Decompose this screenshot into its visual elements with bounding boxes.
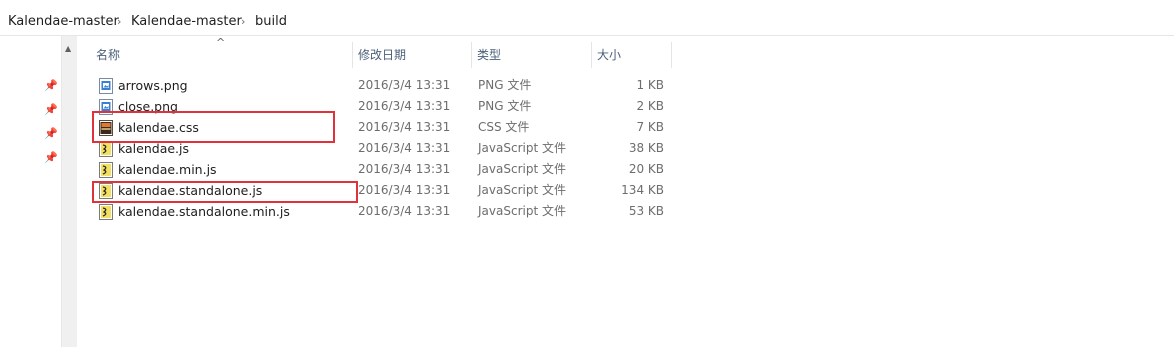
file-type: JavaScript 文件 [478,183,566,197]
breadcrumb: Kalendae-master › Kalendae-master › buil… [0,8,1174,36]
chevron-right-icon[interactable]: › [241,14,245,30]
navigation-pane: 📌 📌 📌 📌 [0,36,62,347]
file-size: 20 KB [628,162,664,176]
column-header-modified[interactable]: 修改日期 [352,42,471,68]
file-name: kalendae.standalone.min.js [118,204,290,219]
file-size: 1 KB [636,78,664,92]
file-modified: 2016/3/4 13:31 [358,141,451,155]
file-row[interactable]: kalendae.standalone.min.js 2016/3/4 13:3… [92,201,672,222]
navigation-scrollbar[interactable]: ▲ [61,36,77,347]
file-modified: 2016/3/4 13:31 [358,204,451,218]
file-explorer-window: Kalendae-master › Kalendae-master › buil… [0,0,1174,347]
file-type: PNG 文件 [478,78,532,92]
file-type: CSS 文件 [478,120,530,134]
file-type: JavaScript 文件 [478,162,566,176]
file-size: 7 KB [636,120,664,134]
file-size: 2 KB [636,99,664,113]
js-file-icon [99,162,113,178]
file-size: 53 KB [628,204,664,218]
chevron-right-icon[interactable]: › [117,14,121,30]
file-modified: 2016/3/4 13:31 [358,78,451,92]
file-modified: 2016/3/4 13:31 [358,99,451,113]
file-modified: 2016/3/4 13:31 [358,120,451,134]
pin-icon[interactable]: 📌 [44,128,58,140]
scroll-up-icon[interactable]: ▲ [65,44,71,53]
file-row[interactable]: arrows.png 2016/3/4 13:31 PNG 文件 1 KB [92,75,672,96]
png-file-icon [99,78,113,94]
file-type: JavaScript 文件 [478,204,566,218]
js-file-icon [99,141,113,157]
file-name: kalendae.min.js [118,162,217,177]
column-header-type[interactable]: 类型 [471,42,591,68]
js-file-icon [99,204,113,220]
file-row[interactable]: kalendae.min.js 2016/3/4 13:31 JavaScrip… [92,159,672,180]
file-name: arrows.png [118,78,188,93]
breadcrumb-item[interactable]: Kalendae-master [131,14,242,30]
pin-icon[interactable]: 📌 [44,152,58,164]
file-modified: 2016/3/4 13:31 [358,183,451,197]
column-header-name[interactable]: 名称 [90,42,352,68]
pin-icon[interactable]: 📌 [44,80,58,92]
highlight-box-kalendae-css [92,111,335,143]
column-divider[interactable] [671,42,672,68]
file-size: 38 KB [628,141,664,155]
highlight-box-kalendae-standalone-js [92,181,358,203]
column-header-size[interactable]: 大小 [591,42,671,68]
pin-icon[interactable]: 📌 [44,104,58,116]
breadcrumb-item[interactable]: Kalendae-master [8,14,119,30]
file-modified: 2016/3/4 13:31 [358,162,451,176]
file-size: 134 KB [621,183,664,197]
file-type: PNG 文件 [478,99,532,113]
file-type: JavaScript 文件 [478,141,566,155]
breadcrumb-item[interactable]: build [255,14,287,30]
